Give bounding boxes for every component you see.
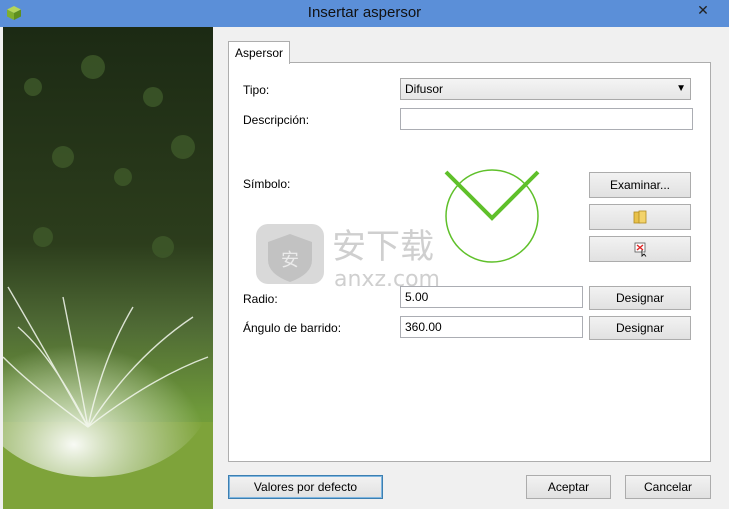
angulo-label: Ángulo de barrido: [243,321,342,335]
cancel-button[interactable]: Cancelar [625,475,711,499]
sprinkler-photo [3,27,213,509]
folder-icon [633,210,647,224]
tab-aspersor[interactable]: Aspersor [228,41,290,64]
chevron-down-icon: ▼ [676,83,686,94]
examinar-button[interactable]: Examinar... [589,172,691,198]
defaults-button[interactable]: Valores por defecto [228,475,383,499]
close-button[interactable]: ✕ [685,0,721,20]
angulo-field[interactable]: 360.00 [400,316,583,338]
clear-symbol-button[interactable] [589,236,691,262]
tipo-label: Tipo: [243,83,270,97]
designar-angulo-button[interactable]: Designar [589,316,691,340]
window-title: Insertar aspersor [307,4,422,21]
svg-text:安: 安 [281,250,299,271]
delete-symbol-icon [634,242,647,257]
radio-label: Radio: [243,292,278,306]
descripcion-label: Descripción: [243,113,310,127]
tipo-value: Difusor [405,82,444,96]
descripcion-field[interactable] [400,108,693,130]
watermark-brand-cn: 安下载 [332,227,434,267]
designar-radio-button[interactable]: Designar [589,286,691,310]
title-bar: Insertar aspersor ✕ [0,0,729,27]
accept-button[interactable]: Aceptar [526,475,611,499]
watermark-logo: 安 安下载 anxz.com [254,214,474,294]
simbolo-label: Símbolo: [243,177,291,191]
tipo-select[interactable]: Difusor ▼ [400,78,691,100]
open-folder-button[interactable] [589,204,691,230]
radio-field[interactable]: 5.00 [400,286,583,308]
